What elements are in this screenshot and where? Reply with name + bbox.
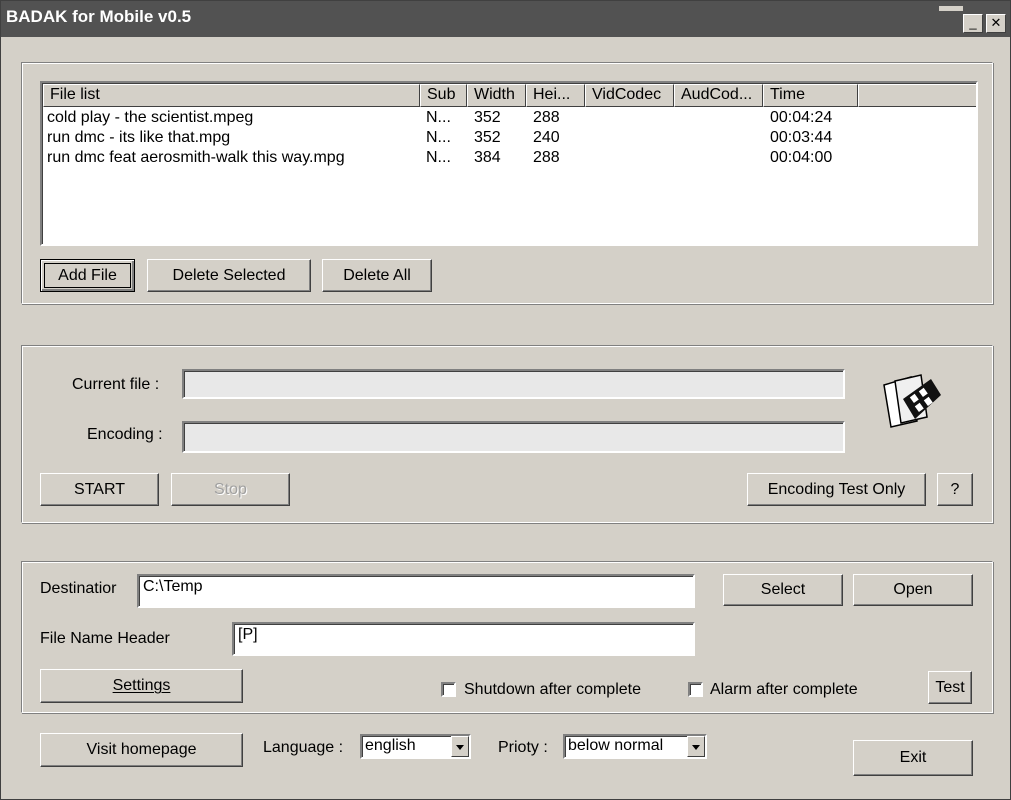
current-file-field bbox=[182, 369, 845, 399]
film-reel-icon bbox=[883, 374, 941, 428]
priority-label: Prioty : bbox=[498, 739, 548, 756]
help-button[interactable]: ? bbox=[937, 473, 973, 506]
column-header-height[interactable]: Hei... bbox=[526, 84, 585, 107]
file-list-header: File list Sub Width Hei... VidCodec AudC… bbox=[43, 84, 976, 107]
encoding-label: Encoding : bbox=[87, 426, 163, 443]
settings-button[interactable]: Settings bbox=[40, 669, 243, 703]
file-height: 288 bbox=[533, 149, 560, 166]
file-time: 00:04:24 bbox=[770, 109, 833, 126]
encoding-progress-field bbox=[182, 421, 845, 453]
open-label: Open bbox=[893, 581, 933, 598]
add-file-button[interactable]: Add File bbox=[40, 259, 135, 292]
add-file-label: Add File bbox=[58, 267, 117, 284]
file-name: cold play - the scientist.mpeg bbox=[47, 109, 254, 126]
start-label: START bbox=[74, 481, 125, 498]
select-label: Select bbox=[760, 581, 806, 598]
file-sub: N... bbox=[426, 129, 451, 146]
language-label: Language : bbox=[263, 739, 344, 756]
shutdown-label: Shutdown after complete bbox=[464, 681, 641, 698]
file-list-view[interactable]: File list Sub Width Hei... VidCodec AudC… bbox=[40, 81, 978, 246]
visit-homepage-label: Visit homepage bbox=[86, 741, 197, 758]
column-header-vidcodec[interactable]: VidCodec bbox=[585, 84, 674, 107]
close-icon: ✕ bbox=[990, 15, 1002, 30]
alarm-label: Alarm after complete bbox=[710, 681, 858, 698]
delete-selected-button[interactable]: Delete Selected bbox=[147, 259, 311, 292]
priority-select[interactable]: below normal bbox=[563, 734, 707, 759]
file-time: 00:04:00 bbox=[770, 149, 833, 166]
file-name-header-input[interactable]: [P] bbox=[232, 622, 695, 656]
close-button[interactable]: ✕ bbox=[986, 14, 1006, 33]
destination-label: Destinatior bbox=[40, 580, 117, 597]
settings-label: Settings bbox=[112, 677, 171, 694]
test-button[interactable]: Test bbox=[928, 671, 972, 704]
file-sub: N... bbox=[426, 109, 451, 126]
destination-input[interactable]: C:\Temp bbox=[137, 574, 695, 608]
stop-label: Stop bbox=[214, 481, 247, 498]
priority-value: below normal bbox=[568, 737, 664, 754]
file-height: 288 bbox=[533, 109, 560, 126]
column-header-time[interactable]: Time bbox=[763, 84, 858, 107]
language-value: english bbox=[365, 737, 416, 754]
encoding-test-only-label: Encoding Test Only bbox=[767, 481, 906, 498]
chevron-down-icon[interactable] bbox=[687, 736, 705, 757]
column-header-file-list[interactable]: File list bbox=[43, 84, 420, 107]
file-width: 352 bbox=[474, 129, 501, 146]
test-label: Test bbox=[935, 679, 965, 696]
column-header-filler bbox=[858, 84, 976, 107]
alarm-checkbox[interactable] bbox=[688, 682, 703, 697]
open-button[interactable]: Open bbox=[853, 574, 973, 606]
file-height: 240 bbox=[533, 129, 560, 146]
title-bar-decoration bbox=[939, 6, 963, 11]
title-bar: BADAK for Mobile v0.5 _ ✕ bbox=[1, 1, 1010, 37]
visit-homepage-button[interactable]: Visit homepage bbox=[40, 733, 243, 767]
shutdown-checkbox[interactable] bbox=[441, 682, 456, 697]
chevron-down-icon[interactable] bbox=[451, 736, 469, 757]
file-width: 352 bbox=[474, 109, 501, 126]
minimize-icon: _ bbox=[969, 15, 977, 30]
column-header-sub[interactable]: Sub bbox=[420, 84, 467, 107]
file-width: 384 bbox=[474, 149, 501, 166]
select-button[interactable]: Select bbox=[723, 574, 843, 606]
delete-all-label: Delete All bbox=[343, 267, 411, 284]
start-button[interactable]: START bbox=[40, 473, 159, 506]
file-name: run dmc - its like that.mpg bbox=[47, 129, 231, 146]
column-header-audcodec[interactable]: AudCod... bbox=[674, 84, 763, 107]
language-select[interactable]: english bbox=[360, 734, 471, 759]
delete-selected-label: Delete Selected bbox=[172, 267, 286, 284]
exit-label: Exit bbox=[899, 749, 927, 766]
help-label: ? bbox=[950, 481, 960, 498]
file-name: run dmc feat aerosmith-walk this way.mpg bbox=[47, 149, 345, 166]
stop-button[interactable]: Stop bbox=[171, 473, 290, 506]
window-title: BADAK for Mobile v0.5 bbox=[6, 7, 192, 26]
main-window: BADAK for Mobile v0.5 _ ✕ File list Sub … bbox=[0, 0, 1011, 800]
delete-all-button[interactable]: Delete All bbox=[322, 259, 432, 292]
column-header-width[interactable]: Width bbox=[467, 84, 526, 107]
current-file-label: Current file : bbox=[72, 376, 160, 393]
minimize-button[interactable]: _ bbox=[963, 14, 983, 33]
encoding-test-only-button[interactable]: Encoding Test Only bbox=[747, 473, 926, 506]
file-time: 00:03:44 bbox=[770, 129, 833, 146]
exit-button[interactable]: Exit bbox=[853, 740, 973, 776]
file-sub: N... bbox=[426, 149, 451, 166]
file-name-header-label: File Name Header bbox=[40, 630, 170, 647]
